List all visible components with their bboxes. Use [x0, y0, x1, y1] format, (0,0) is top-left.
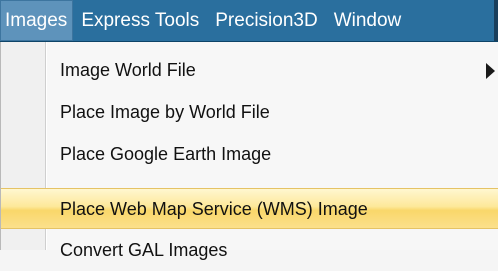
menu-item-image-world-file[interactable]: Image World File — [1, 50, 498, 91]
menu-bar-edge — [494, 0, 498, 41]
menu-bar: Images Express Tools Precision3D Window — [0, 0, 498, 42]
menu-precision3d[interactable]: Precision3D — [207, 0, 325, 41]
submenu-arrow-icon — [486, 63, 495, 79]
menu-item-label: Place Image by World File — [60, 102, 270, 122]
menu-item-place-google-earth-image[interactable]: Place Google Earth Image — [1, 134, 498, 175]
menu-item-place-wms-image[interactable]: Place Web Map Service (WMS) Image — [1, 188, 498, 229]
menu-express-tools[interactable]: Express Tools — [73, 0, 207, 41]
menu-item-place-image-by-world-file[interactable]: Place Image by World File — [1, 92, 498, 133]
menu-item-convert-gal-images[interactable]: Convert GAL Images — [1, 230, 498, 271]
menu-images[interactable]: Images — [0, 0, 74, 41]
menu-item-label: Place Web Map Service (WMS) Image — [60, 199, 368, 219]
menu-item-label: Place Google Earth Image — [60, 144, 272, 164]
menu-item-label: Image World File — [60, 60, 196, 80]
menu-window[interactable]: Window — [326, 0, 410, 41]
menu-item-label: Convert GAL Images — [60, 240, 228, 260]
images-dropdown-menu: Image World File Place Image by World Fi… — [0, 42, 498, 260]
